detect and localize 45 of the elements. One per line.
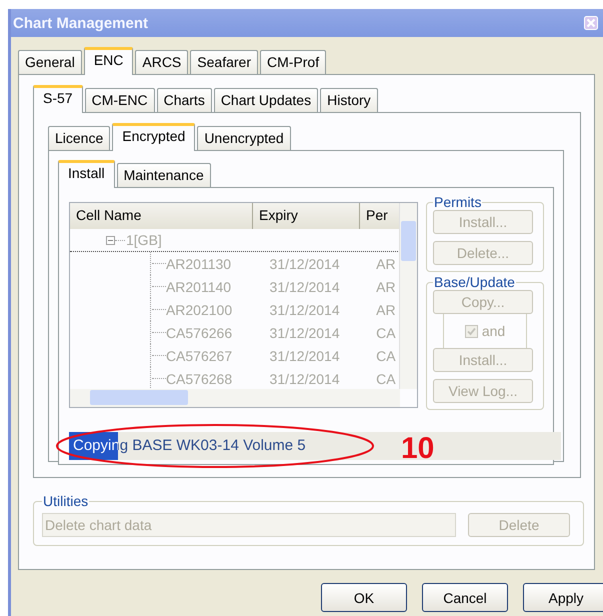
tab[interactable]: Unencrypted [197,126,291,150]
horizontal-scrollbar[interactable] [70,389,400,407]
group-title: Base/Update [433,274,516,290]
tab[interactable]: ARCS [135,50,188,74]
tab[interactable]: Maintenance [116,163,211,187]
table-cell-text: AR202100 [166,302,234,318]
tab[interactable]: General [18,50,82,74]
table-cell-text: CA576267 [166,348,234,364]
dialog-button[interactable]: Cancel [422,583,508,612]
table-cell-text: AR [376,302,397,318]
dialog-button[interactable]: Apply [523,583,603,612]
tab[interactable]: Charts [156,88,212,112]
window-title: Chart Management [13,14,148,32]
checkbox-label: and [482,323,506,339]
group-title: Permits [433,194,482,210]
table-cell-text: CA [376,348,397,364]
table-cell-text: 31/12/2014 [270,348,341,364]
tab[interactable]: History [320,88,378,112]
tab[interactable]: CM-ENC [84,88,155,112]
table-cell-text: 31/12/2014 [270,278,341,294]
table-cell-text: 31/12/2014 [270,256,341,272]
close-icon[interactable] [584,16,598,30]
tab[interactable]: Install [58,160,115,188]
annotation-number: 10 [401,434,434,464]
tab[interactable]: Chart Updates [214,88,318,112]
tab[interactable]: Seafarer [190,50,258,74]
table-cell-text: CA [376,324,397,340]
vertical-scrollbar[interactable] [399,203,417,389]
dialog-button[interactable]: OK [321,583,407,612]
tab[interactable]: Encrypted [112,123,196,151]
table-cell-text: CA576266 [166,324,234,340]
table-cell-text: AR [376,256,397,272]
table-cell-text: AR [376,278,397,294]
tab[interactable]: S-57 [33,85,83,113]
table-cell-text: CA [376,370,397,386]
table-cell-text: CA576268 [166,370,234,386]
table-cell-text: 31/12/2014 [270,324,341,340]
tab[interactable]: Licence [48,126,110,150]
group-title: Utilities [42,493,90,509]
table-cell-text: 31/12/2014 [270,302,341,318]
table-cell-text: 31/12/2014 [270,370,341,386]
table-cell-text: AR201130 [166,256,232,272]
tab[interactable]: ENC [84,47,134,75]
tab[interactable]: CM-Prof [260,50,326,74]
table-cell-text: AR201140 [166,278,232,294]
